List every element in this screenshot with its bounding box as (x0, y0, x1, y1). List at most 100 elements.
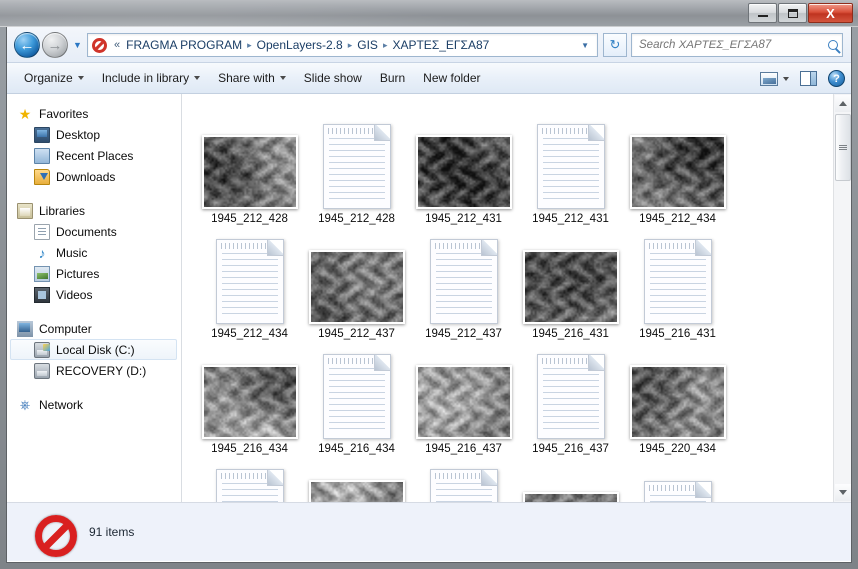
breadcrumb-overflow-icon[interactable]: « (111, 38, 123, 52)
burn-button[interactable]: Burn (371, 67, 414, 89)
aerial-photo-thumbnail (522, 492, 619, 502)
doc-perforation (220, 473, 269, 479)
sidebar-header-computer[interactable]: Computer (7, 318, 181, 339)
forward-button[interactable]: → (42, 32, 68, 58)
breadcrumb-item-0[interactable]: FRAGMA PROGRAM (123, 37, 245, 53)
back-button[interactable]: ← (14, 32, 40, 58)
computer-group: Computer Local Disk (C:) RECOVERY (D:) (7, 318, 181, 381)
file-tile[interactable]: 1945_220_437 (410, 455, 517, 502)
sidebar-header-network[interactable]: ⎈ Network (7, 394, 181, 415)
help-icon[interactable]: ? (828, 70, 845, 87)
minimize-button[interactable] (748, 3, 777, 23)
doc-lines (435, 253, 492, 317)
file-tile[interactable]: 1945_212_428 (303, 110, 410, 225)
file-tile[interactable] (517, 455, 624, 502)
file-tile[interactable]: 1945_216_431 (624, 225, 731, 340)
preview-pane-icon[interactable] (800, 71, 817, 86)
file-tile[interactable]: 1945_220_437 (303, 455, 410, 502)
chevron-up-icon (839, 101, 847, 106)
navigation-buttons: ← → ▼ (14, 32, 84, 58)
slide-show-button[interactable]: Slide show (295, 67, 371, 89)
videos-icon (34, 286, 50, 303)
sidebar-item-recovery-d[interactable]: RECOVERY (D:) (7, 360, 181, 381)
file-name-label: 1945_220_434 (639, 443, 716, 455)
file-name-label: 1945_212_437 (425, 328, 502, 340)
sidebar-item-downloads[interactable]: Downloads (7, 166, 181, 187)
breadcrumb-item-2[interactable]: GIS (354, 37, 381, 53)
sidebar-label-computer: Computer (39, 321, 92, 336)
star-icon: ★ (18, 105, 32, 122)
search-box[interactable] (631, 33, 843, 57)
scroll-up-button[interactable] (835, 95, 851, 112)
sidebar-header-libraries[interactable]: Libraries (7, 200, 181, 221)
search-input[interactable] (639, 39, 825, 51)
file-tile[interactable] (624, 455, 731, 502)
file-tile[interactable]: 1945_220_434 (196, 455, 303, 502)
sidebar-label-music: Music (56, 245, 88, 260)
file-tile[interactable]: 1945_212_428 (196, 110, 303, 225)
sidebar-item-local-disk-c[interactable]: Local Disk (C:) (10, 339, 177, 360)
sidebar-item-videos[interactable]: Videos (7, 284, 181, 305)
organize-button[interactable]: Organize (15, 67, 93, 89)
file-tile[interactable]: 1945_212_437 (303, 225, 410, 340)
search-icon (828, 40, 838, 50)
refresh-button[interactable]: ↻ (603, 33, 627, 57)
breadcrumb: « FRAGMA PROGRAM ▸ OpenLayers-2.8 ▸ GIS … (111, 37, 575, 53)
address-dropdown-icon[interactable]: ▼ (575, 41, 595, 50)
file-tile[interactable]: 1945_216_434 (303, 340, 410, 455)
document-file-icon (322, 354, 391, 439)
include-in-library-button[interactable]: Include in library (93, 67, 209, 89)
file-tile[interactable]: 1945_216_437 (517, 340, 624, 455)
desktop-icon (34, 126, 50, 143)
sidebar-item-music[interactable]: ♪ Music (7, 242, 181, 263)
file-tile[interactable]: 1945_216_434 (196, 340, 303, 455)
view-options-icon[interactable] (760, 71, 778, 86)
file-thumbnail (429, 466, 498, 502)
sidebar-item-pictures[interactable]: Pictures (7, 263, 181, 284)
doc-perforation (541, 358, 590, 364)
breadcrumb-item-1[interactable]: OpenLayers-2.8 (254, 37, 346, 53)
navigation-pane[interactable]: ★ Favorites Desktop Recent Places Downlo… (7, 94, 182, 502)
vertical-scrollbar[interactable] (833, 94, 851, 502)
file-name-label: 1945_216_434 (318, 443, 395, 455)
file-tile[interactable]: 1945_212_437 (410, 225, 517, 340)
close-icon: X (826, 5, 835, 21)
help-glyph: ? (833, 72, 840, 85)
sidebar-label-downloads: Downloads (56, 169, 116, 184)
aerial-photo-thumbnail (308, 480, 405, 502)
maximize-button[interactable] (778, 3, 807, 23)
address-bar[interactable]: « FRAGMA PROGRAM ▸ OpenLayers-2.8 ▸ GIS … (87, 33, 598, 57)
doc-lines (328, 368, 385, 432)
doc-fold-corner-icon (694, 482, 711, 498)
file-tile[interactable]: 1945_220_434 (624, 340, 731, 455)
file-tile[interactable]: 1945_212_431 (517, 110, 624, 225)
sidebar-header-favorites[interactable]: ★ Favorites (7, 103, 181, 124)
view-dropdown-caret-icon[interactable] (783, 76, 789, 81)
sidebar-item-documents[interactable]: Documents (7, 221, 181, 242)
file-tile[interactable]: 1945_212_434 (196, 225, 303, 340)
breadcrumb-item-3[interactable]: ΧΑΡΤΕΣ_ΕΓΣΑ87 (389, 37, 492, 53)
client-area: ← → ▼ « FRAGMA PROGRAM ▸ OpenLayers-2.8 … (6, 27, 852, 563)
file-tile[interactable]: 1945_212_434 (624, 110, 731, 225)
aerial-photo-thumbnail (522, 250, 619, 324)
share-with-button[interactable]: Share with (209, 67, 295, 89)
scrollbar-thumb[interactable] (835, 114, 851, 181)
scroll-down-button[interactable] (835, 484, 851, 501)
file-tile[interactable]: 1945_216_437 (410, 340, 517, 455)
sidebar-item-recent-places[interactable]: Recent Places (7, 145, 181, 166)
doc-perforation (434, 473, 483, 479)
file-thumbnail (415, 351, 512, 439)
file-thumbnail (215, 236, 284, 324)
file-list-pane[interactable]: 1945_212_428 1945_212_428 1945_212_431 1945… (182, 94, 851, 502)
new-folder-button[interactable]: New folder (414, 67, 489, 89)
file-thumbnail (322, 351, 391, 439)
network-icon: ⎈ (19, 396, 31, 412)
share-with-label: Share with (218, 71, 275, 85)
close-button[interactable]: X (808, 3, 853, 23)
file-tile[interactable]: 1945_212_431 (410, 110, 517, 225)
doc-perforation (434, 243, 483, 249)
title-bar-glow (0, 0, 500, 27)
sidebar-item-desktop[interactable]: Desktop (7, 124, 181, 145)
file-tile[interactable]: 1945_216_431 (517, 225, 624, 340)
history-dropdown-button[interactable]: ▼ (71, 39, 84, 52)
